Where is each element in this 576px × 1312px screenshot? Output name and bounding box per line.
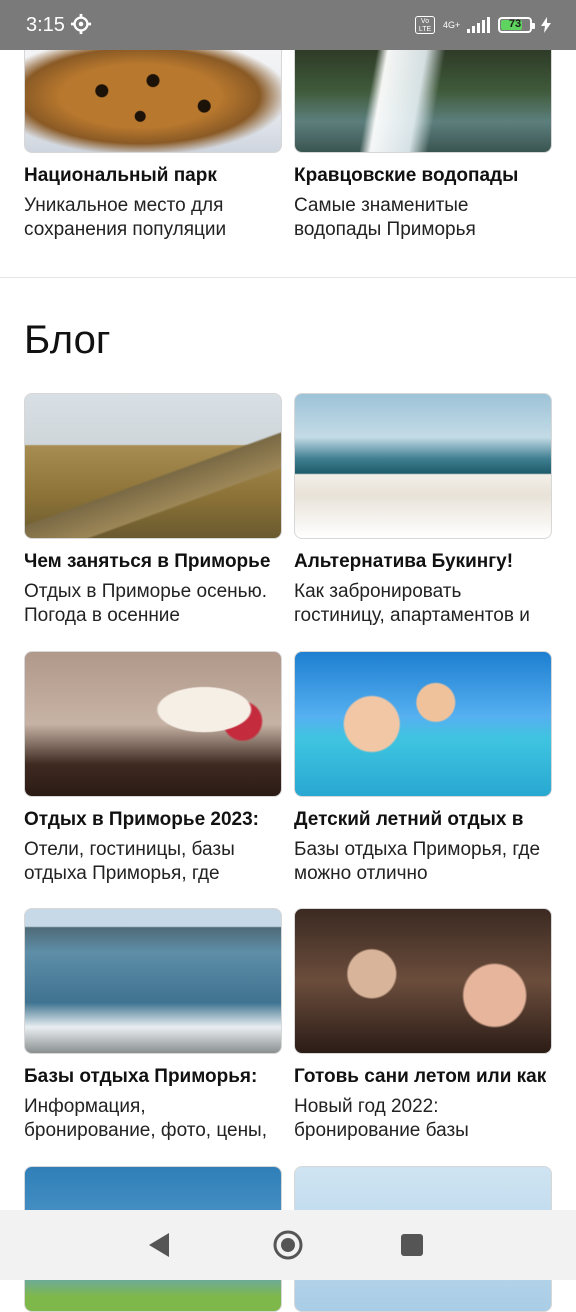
card-title: Чем заняться в Приморье — [24, 551, 271, 572]
card-image — [294, 908, 552, 1054]
blog-card[interactable]: Альтернатива Букингу! Как забронировать … — [294, 393, 552, 628]
system-nav-bar — [0, 1210, 576, 1280]
card-description: Базы отдыха Приморья, где можно отлично — [294, 839, 541, 884]
card-image — [294, 50, 552, 153]
card-description: Отели, гостиницы, базы отдыха Приморья, … — [24, 839, 235, 884]
card-title: Национальный парк — [24, 165, 217, 186]
card-title: Детский летний отдых в — [294, 809, 524, 830]
network-type: 4G+ — [443, 19, 461, 30]
home-icon — [273, 1230, 303, 1260]
card-image — [294, 651, 552, 797]
blog-card[interactable]: Чем заняться в Приморье Отдых в Приморье… — [24, 393, 282, 628]
card-image — [24, 50, 282, 153]
card-description: Новый год 2022: бронирование базы — [294, 1096, 469, 1141]
place-card[interactable]: Кравцовские водопады Самые знаменитые во… — [294, 50, 552, 242]
status-time: 3:15 — [26, 14, 65, 36]
card-title: Отдых в Приморье 2023: — [24, 809, 260, 830]
card-description: Отдых в Приморье осенью. Погода в осенни… — [24, 581, 268, 626]
settings-gear-icon — [70, 13, 92, 35]
card-description: Уникальное место для сохранения популяци… — [24, 195, 227, 240]
card-description: Самые знаменитые водопады Приморья — [294, 195, 476, 240]
card-title: Базы отдыха Приморья: — [24, 1066, 258, 1087]
card-title: Кравцовские водопады — [294, 165, 519, 186]
card-title: Готовь сани летом или как — [294, 1066, 547, 1087]
blog-card[interactable]: Отдых в Приморье 2023: Отели, гостиницы,… — [24, 651, 282, 886]
volte-icon: Vo LTE — [415, 16, 435, 34]
recents-button[interactable] — [394, 1227, 430, 1263]
card-image — [24, 908, 282, 1054]
battery-level: 73 — [508, 18, 522, 30]
back-button[interactable] — [142, 1227, 178, 1263]
blog-heading: Блог — [24, 318, 111, 362]
recents-icon — [401, 1234, 423, 1256]
signal-icon — [467, 17, 490, 33]
card-image — [24, 651, 282, 797]
card-image — [24, 393, 282, 539]
charging-icon — [541, 17, 551, 33]
section-divider — [0, 277, 576, 278]
back-icon — [149, 1233, 169, 1257]
card-description: Информация, бронирование, фото, цены, — [24, 1096, 267, 1141]
place-card[interactable]: Национальный парк Уникальное место для с… — [24, 50, 282, 242]
blog-card[interactable]: Детский летний отдых в Базы отдыха Примо… — [294, 651, 552, 886]
status-bar: 3:15 Vo LTE 4G+ 73 — [0, 0, 576, 50]
card-image — [294, 393, 552, 539]
home-button[interactable] — [270, 1227, 306, 1263]
blog-card[interactable]: Базы отдыха Приморья: Информация, бронир… — [24, 908, 282, 1143]
card-description: Как забронировать гостиницу, апартаменто… — [294, 581, 530, 626]
blog-card[interactable]: Готовь сани летом или как Новый год 2022… — [294, 908, 552, 1143]
card-title: Альтернатива Букингу! — [294, 551, 514, 572]
battery-icon: 73 — [498, 17, 535, 33]
